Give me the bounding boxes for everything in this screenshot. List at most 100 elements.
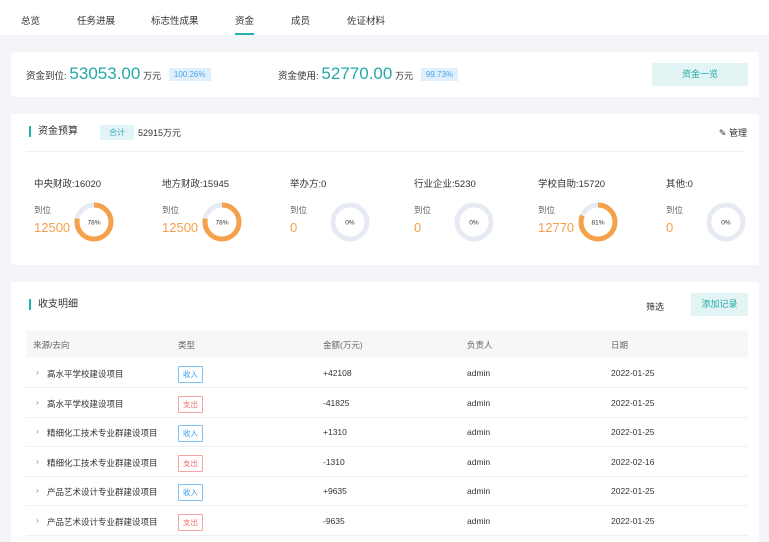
tab-2[interactable]: 标志性成果 [151,13,199,27]
owner-cell: admin [467,456,491,467]
donut-percent: 0% [721,220,731,227]
amount-cell: -9635 [323,515,345,526]
budget-item-name: 地方财政:15945 [162,179,230,190]
source-cell: 高水平学校建设项目 [47,369,124,379]
arrived-label: 到位 [538,205,556,215]
owner-cell: admin [467,515,491,526]
tab-4[interactable]: 成员 [291,13,310,27]
type-badge: 支出 [178,395,203,413]
tab-0[interactable]: 总览 [21,13,40,27]
amount-cell: -1310 [323,456,345,467]
amount-cell: -41825 [323,397,350,408]
table-row[interactable]: › 精细化工技术专业群建设项目 支出 -1310 admin 2022-02-1… [26,448,748,477]
add-record-button[interactable]: 添加记录 [691,293,748,316]
owner-cell: admin [467,427,491,437]
table-row[interactable]: › 产品艺术设计专业群建设项目 支出 -9635 admin 2022-01-2… [26,507,748,536]
type-badge: 支出 [178,513,203,531]
expand-chevron-icon[interactable]: › [36,397,39,407]
donut-percent: 0% [345,220,355,227]
source-cell: 产品艺术设计专业群建设项目 [47,487,158,497]
expand-chevron-icon[interactable]: › [36,426,39,436]
donut-percent: 78% [87,220,100,227]
arrived-amount: 12770 [538,220,575,235]
funds-used-value: 52770.00 [321,64,393,83]
arrived-label: 到位 [162,205,180,215]
filter-button[interactable]: 筛选 [646,300,664,313]
column-header: 日期 [611,340,629,350]
column-header: 金额(万元) [323,340,363,350]
tab-bar: 总览 任务进展 标志性成果 资金 成员 佐证材料 [0,0,769,35]
budget-card: 资金预算 合计 52915万元 ✎ 管理 中央财政:16020 到位 12500… [11,114,759,265]
date-cell: 2022-01-25 [611,397,655,408]
type-badge: 收入 [178,366,203,383]
table-header: 来源/去向 类型 金额(万元) 负责人 日期 [26,330,748,358]
expand-chevron-icon[interactable]: › [36,485,39,495]
column-header: 类型 [178,340,196,350]
arrived-amount: 12500 [162,220,199,235]
progress-donut: 0% [330,202,370,242]
budget-item-name: 其他:0 [666,179,693,190]
funds-received: 资金到位: 53053.00 万元 100.26% [26,64,211,84]
expand-chevron-icon[interactable]: › [36,515,39,525]
owner-cell: admin [467,368,491,378]
funds-used-unit: 万元 [395,71,414,81]
donut-percent: 81% [591,220,604,227]
budget-item: 行业企业:5230 到位 0 0% [414,114,534,265]
arrived-label: 到位 [666,205,684,215]
funds-received-percent: 100.26% [168,68,211,81]
tab-5[interactable]: 佐证材料 [347,13,385,27]
budget-item-name: 学校自助:15720 [538,179,606,190]
type-badge: 收入 [178,484,203,501]
arrived-amount: 0 [414,220,422,235]
budget-item: 其他:0 到位 0 0% [666,114,769,265]
owner-cell: admin [467,486,491,496]
arrived-amount: 12500 [34,220,71,235]
source-cell: 精细化工技术专业群建设项目 [47,428,158,438]
funds-received-unit: 万元 [143,71,162,81]
arrived-amount: 0 [290,220,298,235]
ledger-title: 收支明细 [29,299,78,310]
date-cell: 2022-01-25 [611,486,655,496]
amount-cell: +9635 [323,486,347,496]
funds-used-label: 资金使用: [278,71,319,82]
source-cell: 高水平学校建设项目 [47,398,124,409]
arrived-amount: 0 [666,220,674,235]
funds-received-value: 53053.00 [69,64,141,83]
progress-donut: 81% [578,202,618,242]
date-cell: 2022-02-16 [611,456,655,467]
table-row[interactable]: › 高水平学校建设项目 收入 +42108 admin 2022-01-25 [26,359,748,388]
date-cell: 2022-01-25 [611,427,655,437]
budget-item: 学校自助:15720 到位 12770 81% [538,114,658,265]
amount-cell: +1310 [323,427,347,437]
column-header: 来源/去向 [33,340,70,350]
tab-1[interactable]: 任务进展 [77,13,115,27]
date-cell: 2022-01-25 [611,515,655,526]
table-row[interactable]: › 精细化工技术专业群建设项目 收入 +1310 admin 2022-01-2… [26,418,748,447]
table-row[interactable]: › 高水平学校建设项目 支出 -41825 admin 2022-01-25 [26,389,748,418]
expand-chevron-icon[interactable]: › [36,456,39,466]
budget-item-name: 中央财政:16020 [34,179,102,190]
source-cell: 产品艺术设计专业群建设项目 [47,516,158,527]
amount-cell: +42108 [323,368,352,378]
budget-item: 中央财政:16020 到位 12500 78% [34,114,154,265]
table-row[interactable]: › 产品艺术设计专业群建设项目 收入 +9635 admin 2022-01-2… [26,477,748,506]
type-badge: 支出 [178,454,203,472]
funds-overview-button[interactable]: 资金一览 [652,63,748,86]
arrived-label: 到位 [34,205,52,215]
funding-summary-card: 资金到位: 53053.00 万元 100.26% 资金使用: 52770.00… [11,52,759,97]
owner-cell: admin [467,397,491,408]
funds-received-label: 资金到位: [26,71,67,82]
tab-3[interactable]: 资金 [235,13,255,35]
donut-percent: 78% [215,220,228,227]
progress-donut: 78% [202,202,242,242]
budget-item-name: 行业企业:5230 [414,179,476,190]
funds-used: 资金使用: 52770.00 万元 99.73% [278,64,459,84]
budget-item-name: 举办方:0 [290,179,327,190]
date-cell: 2022-01-25 [611,368,655,378]
progress-donut: 78% [74,202,114,242]
source-cell: 精细化工技术专业群建设项目 [47,457,158,468]
expand-chevron-icon[interactable]: › [36,367,39,377]
funds-used-percent: 99.73% [420,68,459,81]
column-header: 负责人 [467,340,493,350]
arrived-label: 到位 [414,205,432,215]
